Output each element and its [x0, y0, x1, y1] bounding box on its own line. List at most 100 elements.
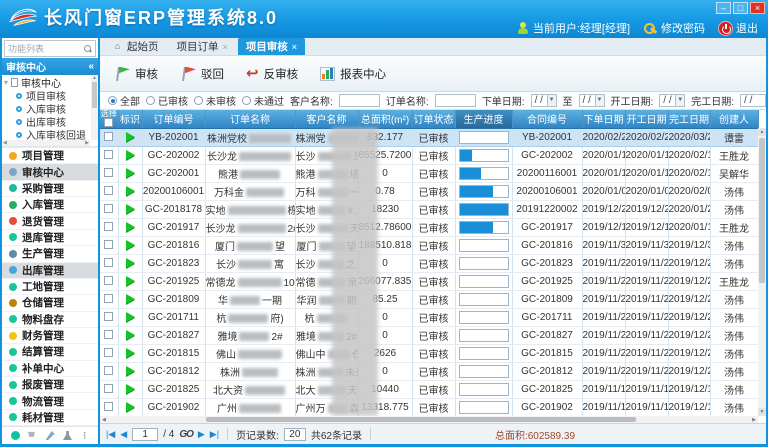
- tab-home[interactable]: ⌂ 起始页: [104, 38, 167, 55]
- chevron-down-icon[interactable]: ▼: [675, 95, 684, 106]
- row-checkbox[interactable]: [104, 312, 113, 321]
- col-flag[interactable]: 标识: [118, 110, 142, 128]
- start-date-input[interactable]: / /▼: [659, 94, 685, 107]
- sidebar-module-item[interactable]: 退货管理: [2, 213, 98, 229]
- vertical-scrollbar[interactable]: ▲▼: [758, 128, 766, 416]
- row-checkbox[interactable]: [104, 384, 113, 393]
- sidebar-module-item[interactable]: 报废管理: [2, 377, 98, 393]
- sidebar-module-item[interactable]: 项目管理: [2, 148, 98, 164]
- function-search-input[interactable]: 功能列表: [4, 40, 96, 57]
- sidebar-module-item[interactable]: 审核中心: [2, 164, 98, 180]
- scrollbar-thumb[interactable]: [206, 417, 636, 422]
- row-checkbox[interactable]: [104, 348, 113, 357]
- table-row[interactable]: GC-201827 雅境2# 雅境2# 0 已审核 GC-201827 2019…: [100, 326, 758, 344]
- cart-icon[interactable]: [28, 431, 37, 440]
- reject-button[interactable]: 驳回: [176, 63, 228, 85]
- col-creator[interactable]: 创建人: [710, 110, 758, 128]
- change-password-button[interactable]: 修改密码: [644, 20, 705, 36]
- horizontal-scrollbar[interactable]: ◀▶: [100, 416, 758, 423]
- table-row[interactable]: GC-201809 华一期 华润期 85.25 已审核 GC-201809 20…: [100, 290, 758, 308]
- table-row[interactable]: GC-201812 株洲 株洲未来 0 已审核 GC-201812 2019/1…: [100, 362, 758, 380]
- row-checkbox[interactable]: [104, 240, 113, 249]
- customer-name-input[interactable]: [339, 94, 380, 107]
- status-dot-icon[interactable]: [11, 431, 20, 440]
- table-row[interactable]: GC-201823 长沙寓 长沙之.. 0 已审核 GC-201823 2019…: [100, 254, 758, 272]
- col-status[interactable]: 订单状态: [412, 110, 455, 128]
- row-checkbox[interactable]: [104, 132, 113, 141]
- audit-button[interactable]: 审核: [110, 63, 162, 85]
- col-finish-date[interactable]: 完工日期: [668, 110, 710, 128]
- col-start-date[interactable]: 开工日期: [625, 110, 668, 128]
- order-date-input[interactable]: / /▼: [531, 94, 557, 107]
- table-row[interactable]: GC-201825 北大资 北大天.. 10440 已审核 GC-201825 …: [100, 380, 758, 398]
- col-order-name[interactable]: 订单名称: [205, 110, 295, 128]
- order-date-to-input[interactable]: / /▼: [579, 94, 605, 107]
- filter-radio[interactable]: 全部: [108, 93, 140, 108]
- sidebar-module-item[interactable]: 生产管理: [2, 246, 98, 262]
- col-customer[interactable]: 客户名称: [295, 110, 358, 128]
- order-name-input[interactable]: [435, 94, 476, 107]
- row-checkbox[interactable]: [104, 294, 113, 303]
- filter-radio[interactable]: 已审核: [146, 93, 188, 108]
- filter-radio[interactable]: 未通过: [242, 93, 284, 108]
- sidebar-module-item[interactable]: 仓储管理: [2, 295, 98, 311]
- row-checkbox[interactable]: [104, 366, 113, 375]
- row-checkbox[interactable]: [104, 276, 113, 285]
- pen-icon[interactable]: [46, 431, 55, 440]
- row-checkbox[interactable]: [104, 186, 113, 195]
- chevron-down-icon[interactable]: ▼: [547, 95, 556, 106]
- first-page-button[interactable]: |◀: [106, 429, 115, 440]
- sidebar-module-item[interactable]: 入库管理: [2, 197, 98, 213]
- table-row[interactable]: 20200106001 万科金 万科一期 0.78 已审核 2020010600…: [100, 182, 758, 200]
- table-row[interactable]: GC-201902 广州 广州万森林 13318.775 已审核 GC-2019…: [100, 398, 758, 416]
- collapse-icon[interactable]: «: [88, 61, 94, 72]
- sidebar-module-item[interactable]: 结算管理: [2, 344, 98, 360]
- select-all-checkbox[interactable]: [104, 118, 113, 127]
- table-row[interactable]: GC-202002 长沙龙 长沙凤.. 65525.7200.. 已审核 GC-…: [100, 146, 758, 164]
- logout-button[interactable]: 退出: [719, 20, 758, 36]
- last-page-button[interactable]: ▶|: [210, 429, 219, 440]
- sidebar-module-item[interactable]: 物料盘存: [2, 312, 98, 328]
- next-page-button[interactable]: ▶: [198, 429, 205, 440]
- close-tab-icon[interactable]: ×: [292, 42, 297, 52]
- table-row[interactable]: GC-2018178 实地栋 实地#.. 18230 已审核 201912200…: [100, 200, 758, 218]
- table-row[interactable]: GC-202001 熊港 熊港墙 0 已审核 20200116001 2020/…: [100, 164, 758, 182]
- row-checkbox[interactable]: [104, 168, 113, 177]
- col-progress[interactable]: 生产进度: [455, 110, 512, 128]
- table-row[interactable]: GC-201816 厦门望 厦门望 188510.818 已审核 GC-2018…: [100, 236, 758, 254]
- more-icon[interactable]: ⋮: [81, 431, 90, 440]
- row-checkbox[interactable]: [104, 204, 113, 213]
- col-area[interactable]: 总面积(m²): [358, 110, 412, 128]
- table-row[interactable]: GC-201711 杭府) 杭 0 已审核 GC-201711 2019/11/…: [100, 308, 758, 326]
- row-checkbox[interactable]: [104, 330, 113, 339]
- table-row[interactable]: GC-201917 长沙龙2# 长沙天.. 8512.78600.. 已审核 G…: [100, 218, 758, 236]
- tree-horizontal-scrollbar[interactable]: ◀▶: [2, 140, 90, 146]
- row-checkbox[interactable]: [104, 402, 113, 411]
- unaudit-button[interactable]: ↩ 反审核: [242, 63, 302, 85]
- page-size-input[interactable]: 20: [284, 428, 306, 441]
- user-shortcut-icon[interactable]: [63, 431, 72, 440]
- chevron-down-icon[interactable]: ▼: [595, 95, 604, 106]
- filter-radio[interactable]: 未审核: [194, 93, 236, 108]
- row-checkbox[interactable]: [104, 150, 113, 159]
- tree-vertical-scrollbar[interactable]: ▲: [91, 75, 98, 140]
- maximize-button[interactable]: □: [733, 2, 748, 14]
- page-number-input[interactable]: 1: [132, 428, 158, 441]
- minimize-button[interactable]: –: [716, 2, 731, 14]
- table-row[interactable]: YB-202001 株洲党校 株洲党员.. 832.177 已审核 YB-202…: [100, 128, 758, 146]
- sidebar-module-item[interactable]: 采购管理: [2, 181, 98, 197]
- close-button[interactable]: ×: [750, 2, 765, 14]
- table-row[interactable]: GC-201925 常德龙10 常德泉.. 266077.835.. 已审核 G…: [100, 272, 758, 290]
- sidebar-module-item[interactable]: 耗材管理: [2, 410, 98, 426]
- sidebar-module-item[interactable]: 物流管理: [2, 393, 98, 409]
- close-tab-icon[interactable]: ×: [223, 42, 228, 52]
- prev-page-button[interactable]: ◀: [120, 429, 127, 440]
- row-checkbox[interactable]: [104, 258, 113, 267]
- go-button[interactable]: GO: [179, 429, 193, 440]
- table-row[interactable]: GC-201815 佛山 佛山中仓库 2626 已审核 GC-201815 20…: [100, 344, 758, 362]
- sidebar-module-item[interactable]: 财务管理: [2, 328, 98, 344]
- sidebar-module-item[interactable]: 工地管理: [2, 279, 98, 295]
- row-checkbox[interactable]: [104, 222, 113, 231]
- sidebar-module-item[interactable]: 出库管理: [2, 263, 98, 279]
- sidebar-module-item[interactable]: 补单中心: [2, 361, 98, 377]
